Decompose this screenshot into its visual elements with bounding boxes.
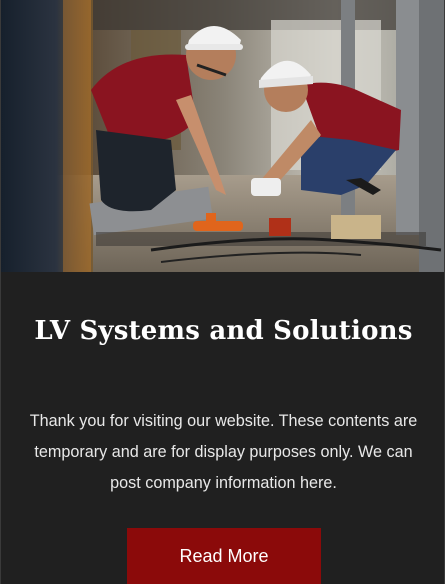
card-title: LV Systems and Solutions <box>34 316 413 346</box>
card-content: LV Systems and Solutions Thank you for v… <box>1 272 444 584</box>
card-description: Thank you for visiting our website. Thes… <box>29 412 418 492</box>
hero-image-workers <box>1 0 444 272</box>
promo-card: LV Systems and Solutions Thank you for v… <box>0 0 445 584</box>
read-more-button[interactable]: Read More <box>127 528 321 584</box>
